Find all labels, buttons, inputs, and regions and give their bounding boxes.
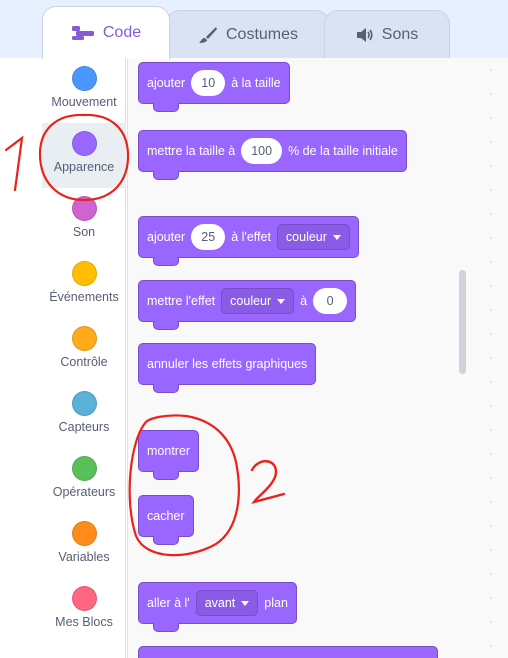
size-change-input[interactable]: 10 bbox=[191, 70, 226, 96]
tab-sons[interactable]: Sons bbox=[324, 10, 450, 58]
block-notch bbox=[153, 623, 179, 632]
category-mes-blocs-dot-icon bbox=[71, 586, 97, 611]
block-notch bbox=[153, 321, 179, 330]
category-apparence[interactable]: Apparence bbox=[42, 123, 126, 188]
caret-down-icon bbox=[332, 234, 341, 240]
block-notch bbox=[153, 257, 179, 266]
category-operateurs[interactable]: Opérateurs bbox=[42, 448, 126, 513]
layer-dropdown-value: avant bbox=[204, 596, 236, 610]
category-mouvement-dot-icon bbox=[71, 66, 97, 91]
category-label: Apparence bbox=[53, 160, 115, 174]
tab-costumes-label: Costumes bbox=[225, 25, 299, 43]
block-clear-effects[interactable]: annuler les effets graphiques bbox=[138, 343, 317, 393]
tab-code-label: Code bbox=[102, 24, 142, 41]
block-notch bbox=[153, 384, 179, 393]
category-mouvement[interactable]: Mouvement bbox=[42, 58, 126, 123]
category-label: Capteurs bbox=[58, 420, 110, 434]
block-text: aller à l' bbox=[147, 596, 190, 610]
block-notch bbox=[153, 171, 179, 180]
tab-code[interactable]: Code bbox=[42, 6, 170, 59]
block-show[interactable]: montrer bbox=[138, 430, 200, 480]
category-son[interactable]: Son bbox=[42, 188, 126, 253]
effect-dropdown-value: couleur bbox=[285, 230, 327, 244]
script-area-grid bbox=[479, 58, 508, 658]
block-notch bbox=[153, 536, 179, 545]
caret-down-icon bbox=[241, 600, 250, 606]
category-operateurs-dot-icon bbox=[71, 456, 97, 481]
category-label: Événements bbox=[49, 290, 119, 304]
block-notch bbox=[153, 103, 179, 112]
block-text: ajouter bbox=[147, 230, 186, 244]
block-text: mettre la taille à bbox=[147, 144, 236, 158]
category-evenements[interactable]: Événements bbox=[42, 253, 126, 318]
block-text: mettre l'effet bbox=[147, 294, 216, 308]
effect-change-input[interactable]: 25 bbox=[191, 224, 226, 250]
category-label: Variables bbox=[58, 550, 110, 564]
effect-set-input[interactable]: 0 bbox=[313, 288, 348, 314]
block-text: montrer bbox=[147, 444, 191, 458]
category-label: Mouvement bbox=[51, 95, 117, 109]
category-menu: Mouvement Apparence Son Événements Contr… bbox=[42, 58, 126, 658]
block-text: à l'effet bbox=[231, 230, 271, 244]
effect-dropdown[interactable]: couleur bbox=[221, 288, 295, 314]
block-text: à bbox=[300, 294, 308, 308]
block-hide[interactable]: cacher bbox=[138, 495, 194, 545]
category-apparence-dot-icon bbox=[71, 131, 97, 156]
block-partial[interactable] bbox=[138, 646, 438, 658]
block-text: % de la taille initiale bbox=[288, 144, 398, 158]
category-son-dot-icon bbox=[71, 196, 97, 221]
effect-dropdown[interactable]: couleur bbox=[276, 224, 350, 250]
category-variables-dot-icon bbox=[71, 521, 97, 546]
annotation-number-1-stroke bbox=[4, 135, 24, 192]
category-capteurs-dot-icon bbox=[71, 391, 97, 416]
category-mes-blocs[interactable]: Mes Blocs bbox=[42, 578, 126, 643]
category-evenements-dot-icon bbox=[71, 261, 97, 286]
tab-sons-label: Sons bbox=[381, 25, 419, 43]
effect-dropdown-value: couleur bbox=[230, 294, 272, 308]
category-label: Mes Blocs bbox=[55, 615, 113, 629]
category-label: Contrôle bbox=[60, 355, 108, 369]
block-text: ajouter bbox=[147, 76, 186, 90]
block-go-to-layer[interactable]: aller à l' avant plan bbox=[138, 582, 297, 632]
code-icon bbox=[71, 26, 94, 40]
palette-scrollbar[interactable] bbox=[459, 270, 466, 374]
tab-costumes[interactable]: Costumes bbox=[166, 10, 330, 58]
block-set-size[interactable]: mettre la taille à 100 % de la taille in… bbox=[138, 130, 407, 180]
block-text: annuler les effets graphiques bbox=[147, 357, 308, 371]
category-capteurs[interactable]: Capteurs bbox=[42, 383, 126, 448]
block-set-effect[interactable]: mettre l'effet couleur à 0 bbox=[138, 280, 357, 330]
block-notch bbox=[153, 471, 179, 480]
category-controle-dot-icon bbox=[71, 326, 97, 351]
block-change-effect[interactable]: ajouter 25 à l'effet couleur bbox=[138, 216, 359, 266]
block-text: cacher bbox=[147, 509, 185, 523]
block-change-size[interactable]: ajouter 10 à la taille bbox=[138, 62, 290, 112]
category-label: Opérateurs bbox=[52, 485, 116, 499]
size-set-input[interactable]: 100 bbox=[241, 138, 283, 164]
editor-tab-bar: Costumes Sons Code bbox=[0, 0, 508, 59]
layer-dropdown[interactable]: avant bbox=[195, 590, 259, 616]
caret-down-icon bbox=[277, 298, 286, 304]
category-label: Son bbox=[72, 225, 96, 239]
category-variables[interactable]: Variables bbox=[42, 513, 126, 578]
category-controle[interactable]: Contrôle bbox=[42, 318, 126, 383]
brush-icon bbox=[198, 26, 217, 43]
block-text: à la taille bbox=[231, 76, 281, 90]
speaker-icon bbox=[356, 27, 373, 42]
block-text: plan bbox=[264, 596, 288, 610]
